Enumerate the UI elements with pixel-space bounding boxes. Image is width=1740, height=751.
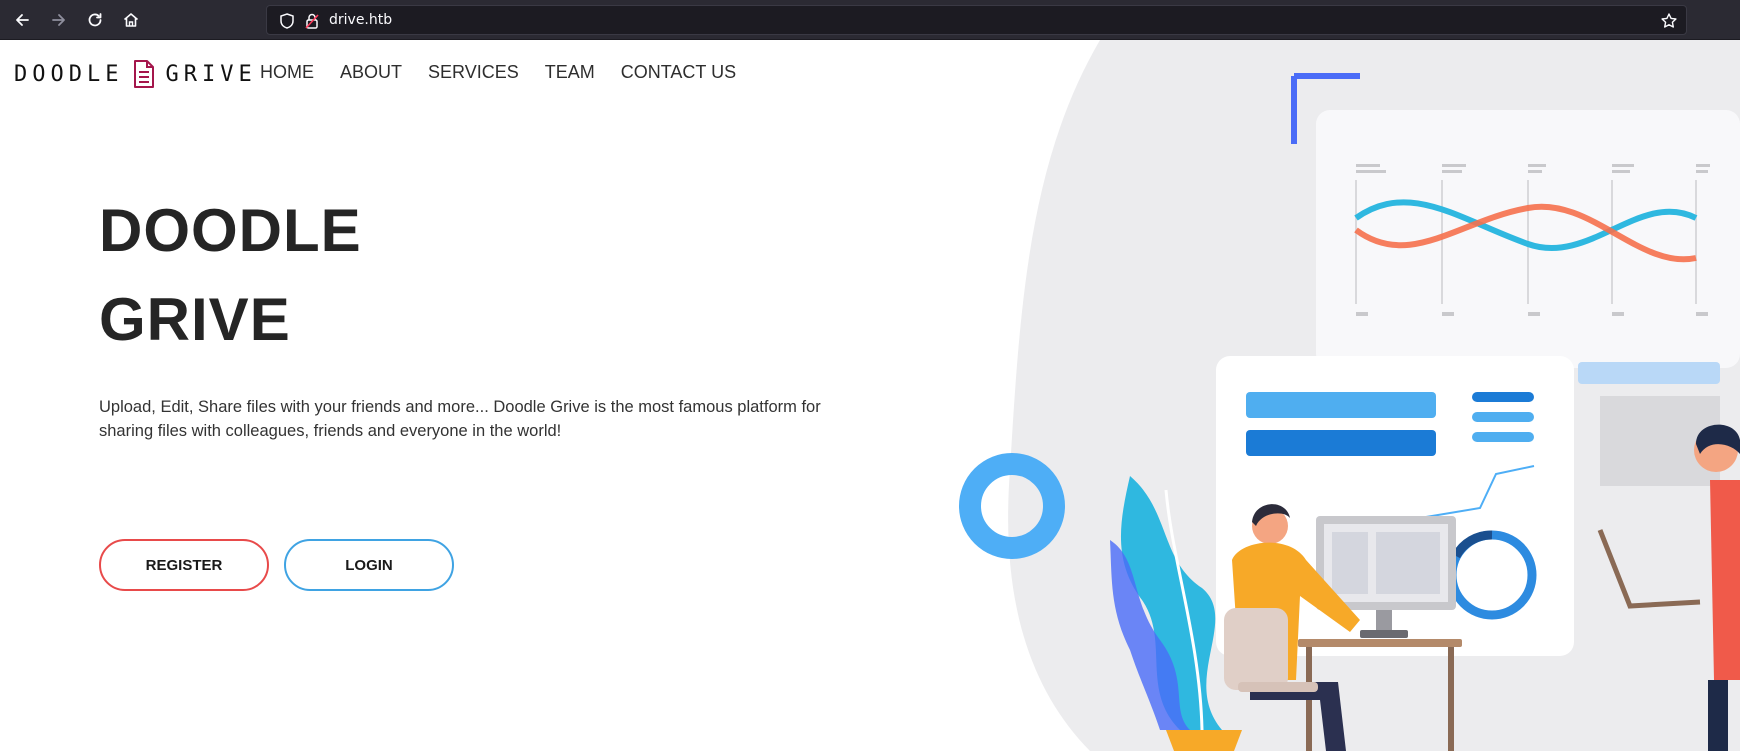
nav-team[interactable]: TEAM [545, 62, 595, 83]
document-icon [134, 60, 155, 88]
hero-description: Upload, Edit, Share files with your frie… [99, 395, 899, 443]
url-text[interactable]: drive.htb [329, 12, 392, 28]
arrow-right-icon [52, 14, 65, 26]
site-logo[interactable]: DOODLE GRIVE [14, 54, 257, 94]
hero-title-line-2: GRIVE [99, 286, 291, 353]
home-icon [123, 13, 139, 27]
url-bar[interactable]: drive.htb [266, 5, 1687, 35]
main-nav: HOME ABOUT SERVICES TEAM CONTACT US [260, 62, 762, 83]
forward-button[interactable] [47, 8, 71, 32]
nav-services[interactable]: SERVICES [428, 62, 519, 83]
nav-contact-us[interactable]: CONTACT US [621, 62, 736, 83]
page-content: DOODLE GRIVE HOME ABOUT SERVICES TEAM CO… [0, 40, 1740, 751]
logo-word-right: GRIVE [165, 61, 257, 87]
back-button[interactable] [10, 8, 34, 32]
star-icon[interactable] [1660, 12, 1678, 30]
register-button[interactable]: REGISTER [99, 539, 269, 591]
hero-description-line-1: Upload, Edit, Share files with your frie… [99, 398, 821, 416]
nav-home[interactable]: HOME [260, 62, 314, 83]
shield-icon[interactable] [278, 12, 296, 30]
lock-icon[interactable] [303, 12, 321, 30]
hero-title-line-1: DOODLE [99, 197, 362, 264]
logo-word-left: DOODLE [14, 61, 124, 87]
arrow-left-icon [16, 14, 29, 26]
home-button[interactable] [119, 8, 143, 32]
browser-toolbar: drive.htb [0, 0, 1740, 40]
nav-about[interactable]: ABOUT [340, 62, 402, 83]
login-button[interactable]: LOGIN [284, 539, 454, 591]
reload-icon [88, 13, 102, 27]
reload-button[interactable] [83, 8, 107, 32]
hero-description-line-2: sharing files with colleagues, friends a… [99, 422, 562, 440]
hero-illustration [959, 40, 1740, 751]
